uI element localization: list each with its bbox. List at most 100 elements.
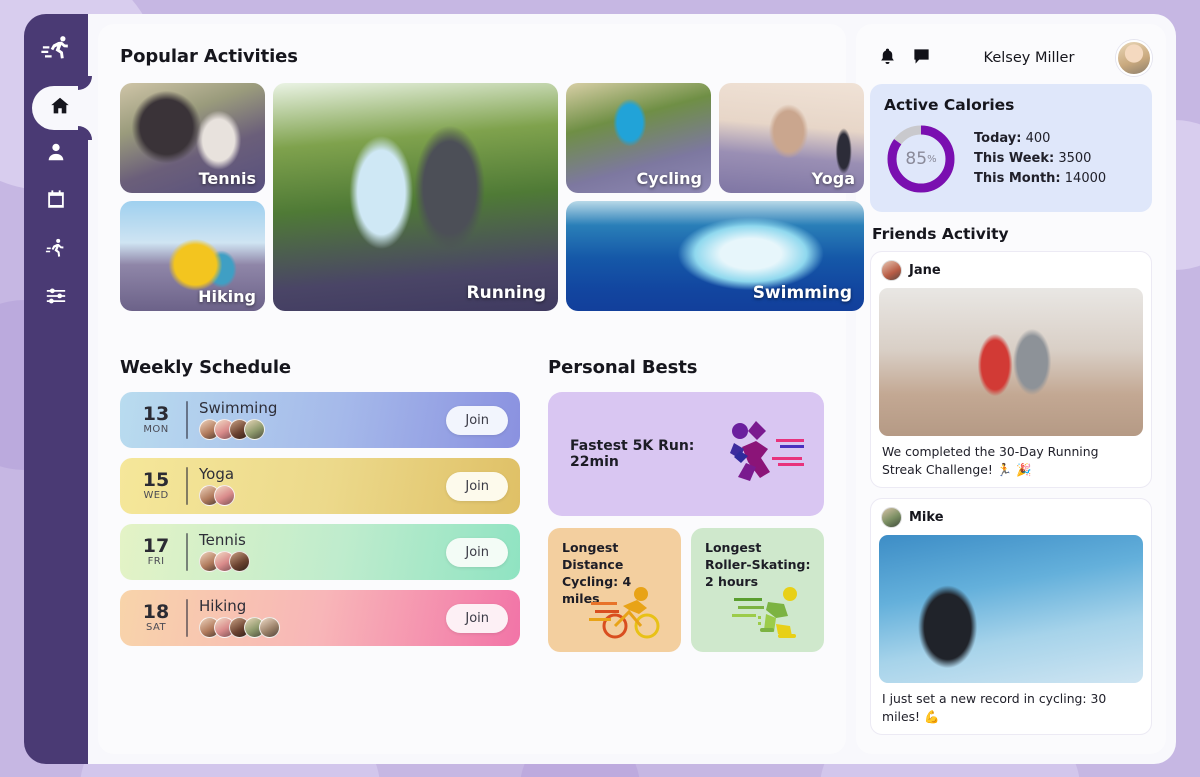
active-calories-card: Active Calories 85% Today: 400 This Week… (870, 84, 1152, 212)
personal-best-hero-text: Fastest 5K Run: 22min (570, 438, 695, 470)
schedule-date: 15 WED (134, 468, 178, 502)
schedule-date: 17 FRI (134, 536, 178, 568)
sidebar-item-schedule[interactable] (24, 178, 88, 226)
cyclist-icon (589, 584, 665, 644)
schedule-details: Yoga (199, 464, 446, 507)
avatar[interactable] (1116, 40, 1152, 76)
personal-best-card-cycling[interactable]: Longest Distance Cycling: 4 miles (548, 528, 681, 652)
activity-card-tennis[interactable]: Tennis (120, 83, 265, 193)
post-text: We completed the 30-Day Running Streak C… (882, 444, 1099, 477)
top-bar: Kelsey Miller (870, 36, 1152, 80)
sliders-icon (45, 285, 67, 311)
schedule-details: Tennis (199, 530, 446, 573)
calories-stats: Today: 400 This Week: 3500 This Month: 1… (974, 129, 1106, 188)
divider (186, 401, 188, 439)
lower-sections: Weekly Schedule 13 MON Swimming Join 15 … (120, 357, 824, 652)
sidebar-item-activity[interactable] (24, 226, 88, 274)
sidebar-item-settings[interactable] (24, 274, 88, 322)
schedule-row[interactable]: 15 WED Yoga Join (120, 458, 520, 514)
bell-icon (878, 47, 897, 69)
feed-post[interactable]: Mike I just set a new record in cycling:… (870, 498, 1152, 736)
divider (186, 467, 188, 505)
calories-donut-chart: 85% (884, 122, 958, 196)
activity-card-hiking[interactable]: Hiking (120, 201, 265, 311)
post-header: Mike (879, 507, 1143, 535)
schedule-activity-name: Tennis (199, 530, 246, 549)
activity-image-running (273, 83, 558, 311)
person-icon (45, 141, 67, 167)
schedule-row[interactable]: 18 SAT Hiking Join (120, 590, 520, 646)
sidebar (24, 14, 88, 764)
divider (186, 533, 188, 571)
schedule-day-name: FRI (147, 556, 165, 568)
content-area: Popular Activities Tennis Hiking Running… (88, 14, 1176, 764)
join-button[interactable]: Join (446, 471, 508, 501)
activity-card-cycling[interactable]: Cycling (566, 83, 711, 193)
activity-label: Yoga (811, 169, 855, 188)
schedule-day-number: 13 (142, 402, 170, 425)
join-button[interactable]: Join (446, 603, 508, 633)
divider (186, 599, 188, 637)
notifications-button[interactable] (870, 41, 904, 75)
calories-stat-row: This Week: 3500 (974, 149, 1106, 169)
schedule-row[interactable]: 17 FRI Tennis Join (120, 524, 520, 580)
percent-symbol: % (927, 153, 937, 165)
schedule-row[interactable]: 13 MON Swimming Join (120, 392, 520, 448)
activity-card-swimming[interactable]: Swimming (566, 201, 864, 311)
personal-bests-title: Personal Bests (548, 357, 698, 378)
calories-stat-row: Today: 400 (974, 129, 1106, 149)
schedule-activity-name: Hiking (199, 596, 247, 615)
post-image (879, 535, 1143, 684)
weekly-schedule-title: Weekly Schedule (120, 357, 292, 378)
schedule-day-number: 18 (142, 600, 170, 623)
calendar-check-icon (45, 189, 67, 215)
post-header: Jane (879, 260, 1143, 288)
post-author: Jane (909, 263, 941, 278)
activity-card-yoga[interactable]: Yoga (719, 83, 864, 193)
activity-card-running[interactable]: Running (273, 83, 558, 311)
friends-activity-feed: Jane We completed the 30-Day Running Str… (870, 251, 1152, 736)
messages-button[interactable] (904, 41, 938, 75)
post-image (879, 288, 1143, 436)
schedule-activity-name: Swimming (199, 398, 278, 417)
popular-activities-title: Popular Activities (120, 46, 298, 67)
schedule-details: Swimming (199, 398, 446, 441)
sidebar-item-home[interactable] (32, 86, 88, 130)
right-panel: Kelsey Miller Active Calories 85% Today:… (856, 24, 1166, 754)
post-avatar (881, 260, 902, 281)
participant-avatar (229, 551, 250, 573)
personal-best-card-skating[interactable]: Longest Roller-Skating: 2 hours (691, 528, 824, 652)
activity-label: Tennis (198, 169, 256, 188)
chat-bubble-icon (912, 47, 931, 69)
app-logo (34, 28, 78, 72)
join-button[interactable]: Join (446, 537, 508, 567)
activity-label: Cycling (636, 169, 702, 188)
join-button[interactable]: Join (446, 405, 508, 435)
sidebar-item-profile[interactable] (24, 130, 88, 178)
feed-post[interactable]: Jane We completed the 30-Day Running Str… (870, 251, 1152, 489)
main-panel: Popular Activities Tennis Hiking Running… (98, 24, 864, 754)
activity-label: Running (466, 283, 547, 303)
home-icon (49, 95, 71, 121)
active-calories-title: Active Calories (884, 96, 1015, 114)
schedule-activity-name: Yoga (199, 464, 235, 483)
activity-label: Hiking (198, 287, 256, 306)
sidebar-nav (24, 86, 88, 322)
personal-bests-section: Personal Bests Fastest 5K Run: 22min Lon… (548, 357, 824, 652)
personal-best-cards: Longest Distance Cycling: 4 miles Longes… (548, 528, 824, 652)
calories-stat-row: This Month: 14000 (974, 169, 1106, 189)
personal-best-hero-card[interactable]: Fastest 5K Run: 22min (548, 392, 824, 516)
schedule-details: Hiking (199, 596, 446, 639)
participant-avatar (214, 485, 235, 507)
schedule-day-number: 15 (142, 468, 170, 491)
post-author: Mike (909, 510, 944, 526)
stat-value: 400 (1025, 131, 1051, 147)
active-calories-body: 85% Today: 400 This Week: 3500 This Mont… (884, 122, 1138, 196)
schedule-day-name: MON (143, 424, 169, 436)
stat-label: Today: (974, 131, 1022, 147)
post-text: I just set a new record in cycling: 30 m… (882, 691, 1107, 724)
running-icon (45, 237, 67, 263)
calories-percent-label: 85% (884, 122, 958, 196)
schedule-list: 13 MON Swimming Join 15 WED Yoga Join 17… (120, 392, 520, 646)
participant-avatar (244, 419, 265, 441)
